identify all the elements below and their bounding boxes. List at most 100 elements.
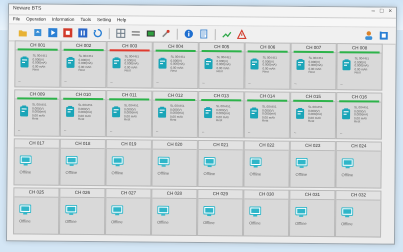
window-title: Neware BTS xyxy=(12,5,42,12)
channel-tile[interactable]: CH 025 Offline xyxy=(13,187,60,235)
channel-name: CH 024 xyxy=(351,143,367,149)
channel-reading: Rest xyxy=(170,69,177,74)
channel-footer: -- xyxy=(339,131,343,136)
channel-tile[interactable]: CH 030 Offline xyxy=(243,189,290,237)
channel-tile[interactable]: CH 001 SL 004451 0.000(V) 0.000(mA) 0.00 mAh… xyxy=(14,40,61,88)
channel-header: CH 007 xyxy=(291,43,336,54)
pause-icon[interactable] xyxy=(77,27,89,38)
channel-tile[interactable]: CH 019 Offline xyxy=(105,139,152,187)
channel-header: CH 027 xyxy=(106,189,151,199)
channel-status-label: Offline xyxy=(157,170,170,176)
upload-icon[interactable] xyxy=(32,27,44,38)
channel-name: CH 010 xyxy=(75,91,91,98)
channel-name: CH 030 xyxy=(258,191,275,197)
channel-tile[interactable]: CH 027 Offline xyxy=(105,188,152,236)
channel-tile[interactable]: CH 013 SL 004451 0.000(V) 0.000(mA) 0.00 mAh… xyxy=(197,90,245,139)
channel-header: CH 026 xyxy=(60,188,105,199)
channel-header: CH 023 xyxy=(290,141,335,152)
channel-readings: SL 004451 0.000(V) 0.000(mA) 0.00 mAh Rest xyxy=(354,56,369,75)
menu-item-tools[interactable]: Tools xyxy=(80,16,91,24)
channel-tile[interactable]: CH 028 Offline xyxy=(151,188,198,236)
channel-tile[interactable]: CH 012 SL 004451 0.000(V) 0.000(mA) 0.00 mAh… xyxy=(151,90,199,138)
channel-tile[interactable]: CH 002 SL 004451 0.000(V) 0.000(mA) 0.00 mAh… xyxy=(60,40,107,89)
channel-tile[interactable]: CH 010 SL 004451 0.000(V) 0.000(mA) 0.00 mAh… xyxy=(59,89,107,138)
channel-reading: Rest xyxy=(124,68,131,73)
menu-item-setting[interactable]: Setting xyxy=(97,16,111,24)
channel-footer: -- xyxy=(156,80,159,85)
channel-tile[interactable]: CH 015 SL 004451 0.000(V) 0.000(mA) 0.00 mAh… xyxy=(289,91,337,140)
channel-name: CH 007 xyxy=(306,44,322,51)
channel-name: CH 004 xyxy=(168,43,184,49)
channel-footer: -- xyxy=(18,79,21,84)
minimize-button[interactable]: – xyxy=(371,8,374,15)
channel-name: CH 019 xyxy=(121,141,137,147)
channel-readings: SL 004451 0.000(V) 0.000(mA) 0.00 mAh Rest xyxy=(308,56,323,75)
monitor-icon xyxy=(111,154,124,167)
channel-tile[interactable]: CH 029 Offline xyxy=(197,188,244,237)
channel-tile[interactable]: CH 007 SL 004451 0.000(V) 0.000(mA) 0.00 mAh… xyxy=(290,42,337,91)
channel-tile[interactable]: CH 023 Offline xyxy=(289,140,336,189)
record-icon[interactable] xyxy=(145,28,157,39)
channel-readings: SL 004451 0.000(V) 0.000(mA) 0.00 mAh Rest xyxy=(124,103,139,122)
battery-icon xyxy=(111,56,121,69)
channel-tile[interactable]: CH 031 Offline xyxy=(289,189,336,238)
channel-tile[interactable]: CH 024 Offline xyxy=(335,141,382,189)
menu-item-help[interactable]: Help xyxy=(117,16,126,24)
user-icon[interactable] xyxy=(363,29,375,40)
channel-tile[interactable]: CH 003 SL 004451 0.000(V) 0.000(mA) 0.00 mAh… xyxy=(106,41,153,89)
channel-status-label: Offline xyxy=(295,220,307,226)
channel-footer: -- xyxy=(247,130,251,135)
channel-header: CH 014 xyxy=(245,92,290,102)
channel-name: CH 022 xyxy=(259,142,275,148)
channel-reading: Rest xyxy=(124,117,131,122)
chart-icon[interactable] xyxy=(221,29,233,40)
info-icon[interactable] xyxy=(183,28,195,39)
channel-name: CH 009 xyxy=(29,91,45,97)
bookmark-icon[interactable] xyxy=(378,30,390,41)
channel-tile[interactable]: CH 006 SL 004451 0.000(V) 0.000(mA) 0.00 mAh… xyxy=(244,42,291,90)
document-icon[interactable] xyxy=(198,28,210,39)
tools-icon[interactable] xyxy=(160,28,172,39)
stop-icon[interactable] xyxy=(62,27,74,38)
battery-icon xyxy=(111,105,121,118)
channel-tile[interactable]: CH 004 SL 004451 0.000(V) 0.000(mA) 0.00 mAh… xyxy=(152,41,199,89)
close-button[interactable]: × xyxy=(388,9,392,16)
alarm-icon[interactable] xyxy=(236,29,248,40)
channel-tile[interactable]: CH 020 Offline xyxy=(151,139,198,187)
battery-icon xyxy=(19,55,29,68)
restart-icon[interactable] xyxy=(92,28,104,39)
channel-readings: SL 004451 0.000(V) 0.000(mA) 0.00 mAh Rest xyxy=(170,55,185,74)
channel-tile[interactable]: CH 021 Offline xyxy=(197,139,244,188)
grid-icon[interactable] xyxy=(115,28,127,39)
channel-tile[interactable]: CH 032 Offline xyxy=(335,190,382,238)
monitor-icon xyxy=(341,205,354,218)
channel-tile[interactable]: CH 008 SL 004451 0.000(V) 0.000(mA) 0.00 mAh… xyxy=(336,43,383,91)
channel-header: CH 013 xyxy=(199,91,244,102)
channel-tile[interactable]: CH 016 SL 004451 0.000(V) 0.000(mA) 0.00 mAh… xyxy=(335,92,383,140)
channel-header: CH 006 xyxy=(245,43,290,53)
channel-tile[interactable]: CH 026 Offline xyxy=(59,187,106,236)
channel-tile[interactable]: CH 009 SL 004451 0.000(V) 0.000(mA) 0.00 mAh… xyxy=(13,89,61,137)
maximize-button[interactable]: □ xyxy=(380,9,384,16)
channel-tile[interactable]: CH 022 Offline xyxy=(243,140,290,188)
play-icon[interactable] xyxy=(47,27,59,38)
channel-status-label: Offline xyxy=(249,171,262,177)
channel-reading: Rest xyxy=(354,70,361,75)
channel-tile[interactable]: CH 018 Offline xyxy=(59,138,106,187)
channel-tile[interactable]: CH 014 SL 004451 0.000(V) 0.000(mA) 0.00 mAh… xyxy=(243,91,291,139)
channel-header: CH 002 xyxy=(61,41,106,52)
channel-tile[interactable]: CH 017 Offline xyxy=(13,138,60,186)
battery-icon xyxy=(203,106,213,119)
menu-item-information[interactable]: Information xyxy=(52,16,75,24)
toolbar-separator xyxy=(176,28,178,40)
channel-footer: -- xyxy=(294,81,297,86)
open-folder-icon[interactable] xyxy=(17,27,29,38)
channel-tile[interactable]: CH 011 SL 004451 0.000(V) 0.000(mA) 0.00 mAh… xyxy=(105,90,153,138)
settings-icon[interactable] xyxy=(130,28,142,39)
menu-item-file[interactable]: File xyxy=(13,15,20,23)
channel-readings: SL 004451 0.000(V) 0.000(mA) 0.00 mAh Rest xyxy=(78,103,93,122)
channel-tile[interactable]: CH 005 SL 004451 0.000(V) 0.000(mA) 0.00 mAh… xyxy=(198,41,245,90)
channel-name: CH 006 xyxy=(260,44,276,50)
menu-item-operation[interactable]: Operation xyxy=(26,15,46,23)
channel-header: CH 017 xyxy=(14,139,59,149)
